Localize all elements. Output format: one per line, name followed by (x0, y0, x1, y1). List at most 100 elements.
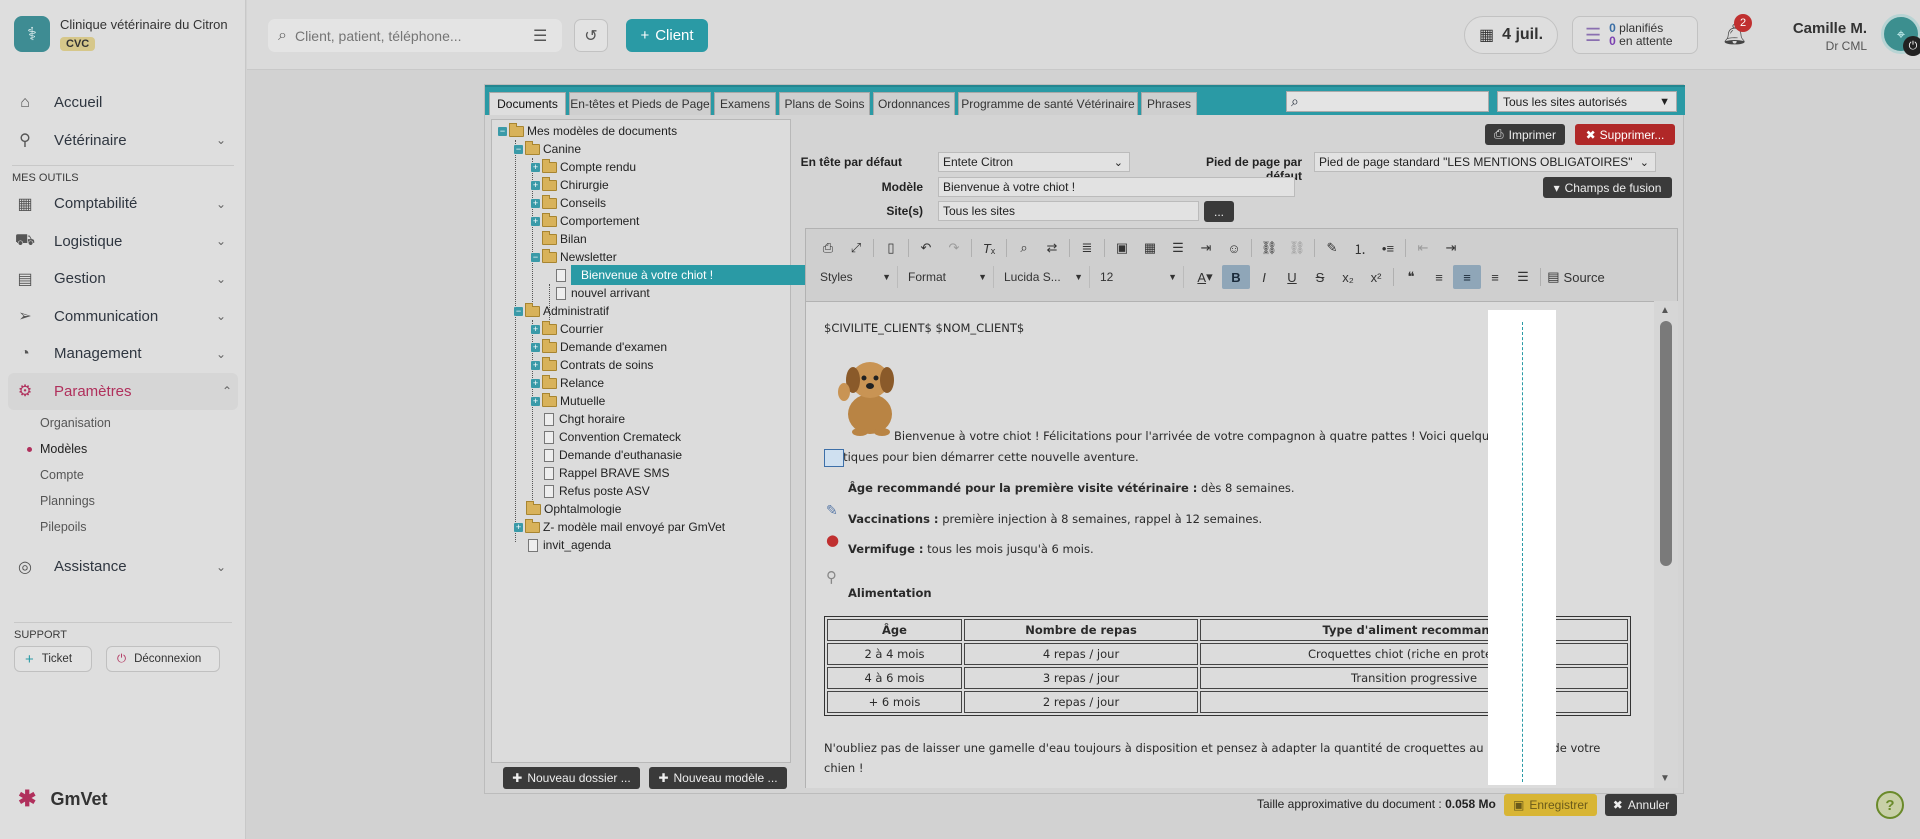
print-icon[interactable]: ⎙ (814, 236, 842, 260)
justify-icon[interactable]: ☰ (1509, 265, 1537, 289)
model-name-input[interactable]: Bienvenue à votre chiot ! (938, 177, 1295, 197)
table-icon[interactable]: ▦ (1136, 236, 1164, 260)
expand-toggle-icon[interactable]: + (531, 198, 540, 208)
power-icon[interactable]: ⏻ (1903, 36, 1920, 56)
sidebar-item-gestion[interactable]: ▤ Gestion ⌄ (14, 260, 232, 298)
text-color-icon[interactable]: A ▾ (1188, 265, 1222, 289)
sidebar-item-comptabilite[interactable]: ▦ Comptabilité ⌄ (14, 185, 232, 223)
footer-default-select[interactable]: Pied de page standard "LES MENTIONS OBLI… (1314, 152, 1656, 172)
sidebar-item-parametres[interactable]: ⚙ Paramètres ⌃ (8, 372, 238, 410)
user-info[interactable]: Camille M. Dr CML (1767, 20, 1867, 53)
sidebar-item-veterinaire[interactable]: ⚲ Vétérinaire ⌄ (14, 122, 232, 160)
sidebar-item-logistique[interactable]: ⛟ Logistique ⌄ (14, 223, 232, 261)
expand-toggle-icon[interactable]: + (514, 522, 523, 532)
global-search[interactable]: ⌕ ☰ (268, 19, 562, 52)
expand-toggle-icon[interactable]: + (531, 360, 540, 370)
bullet-list-icon[interactable]: •≡ (1374, 236, 1402, 260)
sidebar-item-accueil[interactable]: ⌂ Accueil (14, 84, 232, 122)
tree-node-document[interactable]: invit_agenda (528, 534, 611, 556)
blockquote-icon[interactable]: ❝ (1397, 265, 1425, 289)
ticket-button[interactable]: + Ticket (14, 646, 92, 672)
expand-toggle-icon[interactable]: − (498, 126, 507, 136)
undo-icon[interactable]: ↶ (912, 236, 940, 260)
expand-toggle-icon[interactable]: + (531, 180, 540, 190)
sidebar-item-assistance[interactable]: ◎ Assistance ⌄ (14, 548, 232, 586)
align-right-icon[interactable]: ≡ (1481, 265, 1509, 289)
find-icon[interactable]: ⌕ (1010, 236, 1038, 260)
submenu-organisation[interactable]: Organisation (40, 410, 232, 436)
expand-toggle-icon[interactable]: − (514, 306, 523, 316)
expand-toggle-icon[interactable]: + (531, 324, 540, 334)
outdent-icon[interactable]: ⇤ (1409, 236, 1437, 260)
tab-plans-de-soins[interactable]: Plans de Soins (779, 92, 870, 115)
scroll-up-icon[interactable]: ▲ (1660, 305, 1670, 316)
clinic-brand[interactable]: ⚕ Clinique vétérinaire du Citron CVC (14, 16, 228, 52)
expand-toggle-icon[interactable]: + (531, 216, 540, 226)
page-break-icon[interactable]: ⇥ (1192, 236, 1220, 260)
sites-more-button[interactable]: ... (1204, 201, 1234, 222)
copy-format-icon[interactable]: ✎ (1318, 236, 1346, 260)
image-icon[interactable]: ▣ (1108, 236, 1136, 260)
new-folder-button[interactable]: ✚ Nouveau dossier ... (503, 767, 640, 789)
underline-icon[interactable]: U (1278, 265, 1306, 289)
bold-icon[interactable]: B (1222, 265, 1250, 289)
redo-icon[interactable]: ↷ (940, 236, 968, 260)
save-button[interactable]: ▣ Enregistrer (1504, 794, 1597, 816)
expand-toggle-icon[interactable]: + (531, 342, 540, 352)
superscript-icon[interactable]: x² (1362, 265, 1390, 289)
sidebar-item-communication[interactable]: ➢ Communication ⌄ (14, 298, 232, 336)
spellcheck-icon[interactable]: ≣ (1073, 236, 1101, 260)
replace-icon[interactable]: ⇄ (1038, 236, 1066, 260)
filter-sliders-icon[interactable]: ☰ (533, 26, 547, 46)
align-left-icon[interactable]: ≡ (1425, 265, 1453, 289)
cancel-button[interactable]: ✖ Annuler (1605, 794, 1677, 816)
search-input[interactable] (294, 27, 525, 44)
maximize-icon[interactable]: ⤢ (842, 236, 870, 260)
site-filter-select[interactable]: Tous les sites autorisés ▼ (1497, 91, 1677, 112)
expand-toggle-icon[interactable]: + (531, 378, 540, 388)
source-button[interactable]: ▤ Source (1544, 265, 1608, 289)
tab-headers-footers[interactable]: En-têtes et Pieds de Page (569, 92, 711, 115)
size-dropdown[interactable]: 12 ▼ (1094, 266, 1184, 288)
header-default-select[interactable]: Entete Citron ⌄ (938, 152, 1130, 172)
indent-icon[interactable]: ⇥ (1437, 236, 1465, 260)
merge-fields-button[interactable]: ▾ Champs de fusion (1543, 177, 1672, 198)
link-icon[interactable]: ⛓ (1255, 236, 1283, 260)
tab-documents[interactable]: Documents (489, 92, 566, 115)
smiley-icon[interactable]: ☺ (1220, 236, 1248, 260)
expand-toggle-icon[interactable]: − (514, 144, 523, 154)
new-model-button[interactable]: ✚ Nouveau modèle ... (649, 767, 787, 789)
remove-format-icon[interactable]: Tₓ (975, 236, 1003, 260)
delete-button[interactable]: ✖ Supprimer... (1575, 124, 1675, 145)
expand-toggle-icon[interactable]: + (531, 396, 540, 406)
planning-summary[interactable]: ☰ 0 planifiés 0 en attente (1572, 16, 1698, 54)
expand-toggle-icon[interactable]: + (531, 162, 540, 172)
submenu-pilepoils[interactable]: Pilepoils (40, 514, 232, 540)
expand-toggle-icon[interactable]: − (531, 252, 540, 262)
submenu-modeles[interactable]: Modèles (27, 436, 232, 462)
align-center-icon[interactable]: ≡ (1453, 265, 1481, 289)
date-selector[interactable]: ▦ 4 juil. (1464, 16, 1558, 54)
font-dropdown[interactable]: Lucida S... ▼ (998, 266, 1090, 288)
format-dropdown[interactable]: Format ▼ (902, 266, 994, 288)
editor-scrollbar[interactable]: ▲ ▼ (1654, 301, 1678, 788)
submenu-compte[interactable]: Compte (40, 462, 232, 488)
submenu-plannings[interactable]: Plannings (40, 488, 232, 514)
tab-ordonnances[interactable]: Ordonnances (873, 92, 955, 115)
history-button[interactable]: ↺ (574, 19, 608, 52)
horizontal-line-icon[interactable]: ☰ (1164, 236, 1192, 260)
sites-input[interactable]: Tous les sites (938, 201, 1199, 221)
tab-programme-sante[interactable]: Programme de santé Vétérinaire (958, 92, 1138, 115)
unlink-icon[interactable]: ⛓ (1283, 236, 1311, 260)
subscript-icon[interactable]: x₂ (1334, 265, 1362, 289)
strikethrough-icon[interactable]: S (1306, 265, 1334, 289)
tab-examens[interactable]: Examens (714, 92, 776, 115)
sidebar-item-management[interactable]: ◔ Management ⌄ (14, 335, 232, 373)
tab-search-input[interactable]: ⌕ (1286, 91, 1489, 112)
templates-icon[interactable]: ▯ (877, 236, 905, 260)
italic-icon[interactable]: I (1250, 265, 1278, 289)
print-button[interactable]: ⎙ Imprimer (1485, 124, 1565, 145)
numbered-list-icon[interactable]: ⒈ (1346, 236, 1374, 260)
styles-dropdown[interactable]: Styles ▼ (814, 266, 898, 288)
help-icon[interactable]: ? (1876, 791, 1904, 819)
